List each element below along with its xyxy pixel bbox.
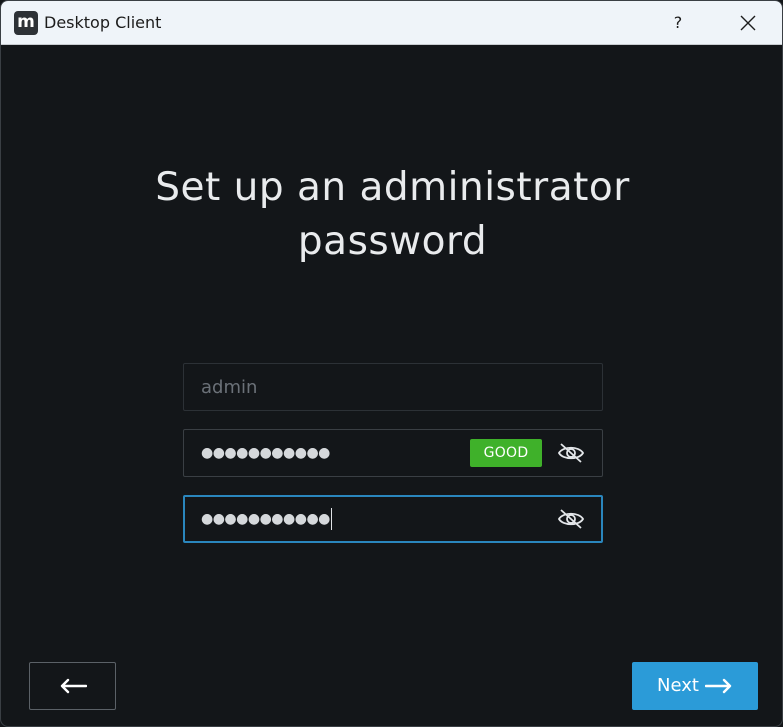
- next-button-label: Next: [657, 675, 699, 696]
- arrow-left-icon: [60, 678, 87, 694]
- password-masked-value: ●●●●●●●●●●●: [201, 445, 330, 461]
- password-strength-badge: GOOD: [470, 439, 542, 467]
- username-field[interactable]: [183, 363, 603, 411]
- title-bar: m Desktop Client ?: [1, 1, 782, 45]
- eye-off-icon: [557, 443, 585, 463]
- close-button[interactable]: [725, 1, 771, 44]
- show-confirm-password-toggle[interactable]: [556, 506, 586, 532]
- text-caret: [330, 508, 332, 530]
- back-button[interactable]: [29, 662, 116, 710]
- page-title: Set up an administrator password: [155, 165, 630, 264]
- setup-window: m Desktop Client ? Set up an administrat…: [0, 0, 783, 727]
- close-icon: [740, 15, 756, 30]
- eye-off-icon: [557, 509, 585, 529]
- show-password-toggle[interactable]: [556, 440, 586, 466]
- password-field[interactable]: ●●●●●●●●●●● GOOD: [183, 429, 603, 477]
- app-logo-icon: m: [14, 11, 38, 35]
- window-title: Desktop Client: [44, 13, 162, 32]
- arrow-right-icon: [704, 678, 732, 694]
- next-button[interactable]: Next: [632, 662, 758, 710]
- confirm-password-dots: ●●●●●●●●●●●: [201, 511, 330, 527]
- help-button[interactable]: ?: [655, 1, 701, 44]
- confirm-password-field[interactable]: ●●●●●●●●●●●: [183, 495, 603, 543]
- confirm-password-masked-value: ●●●●●●●●●●●: [201, 497, 332, 541]
- username-input[interactable]: [184, 364, 464, 410]
